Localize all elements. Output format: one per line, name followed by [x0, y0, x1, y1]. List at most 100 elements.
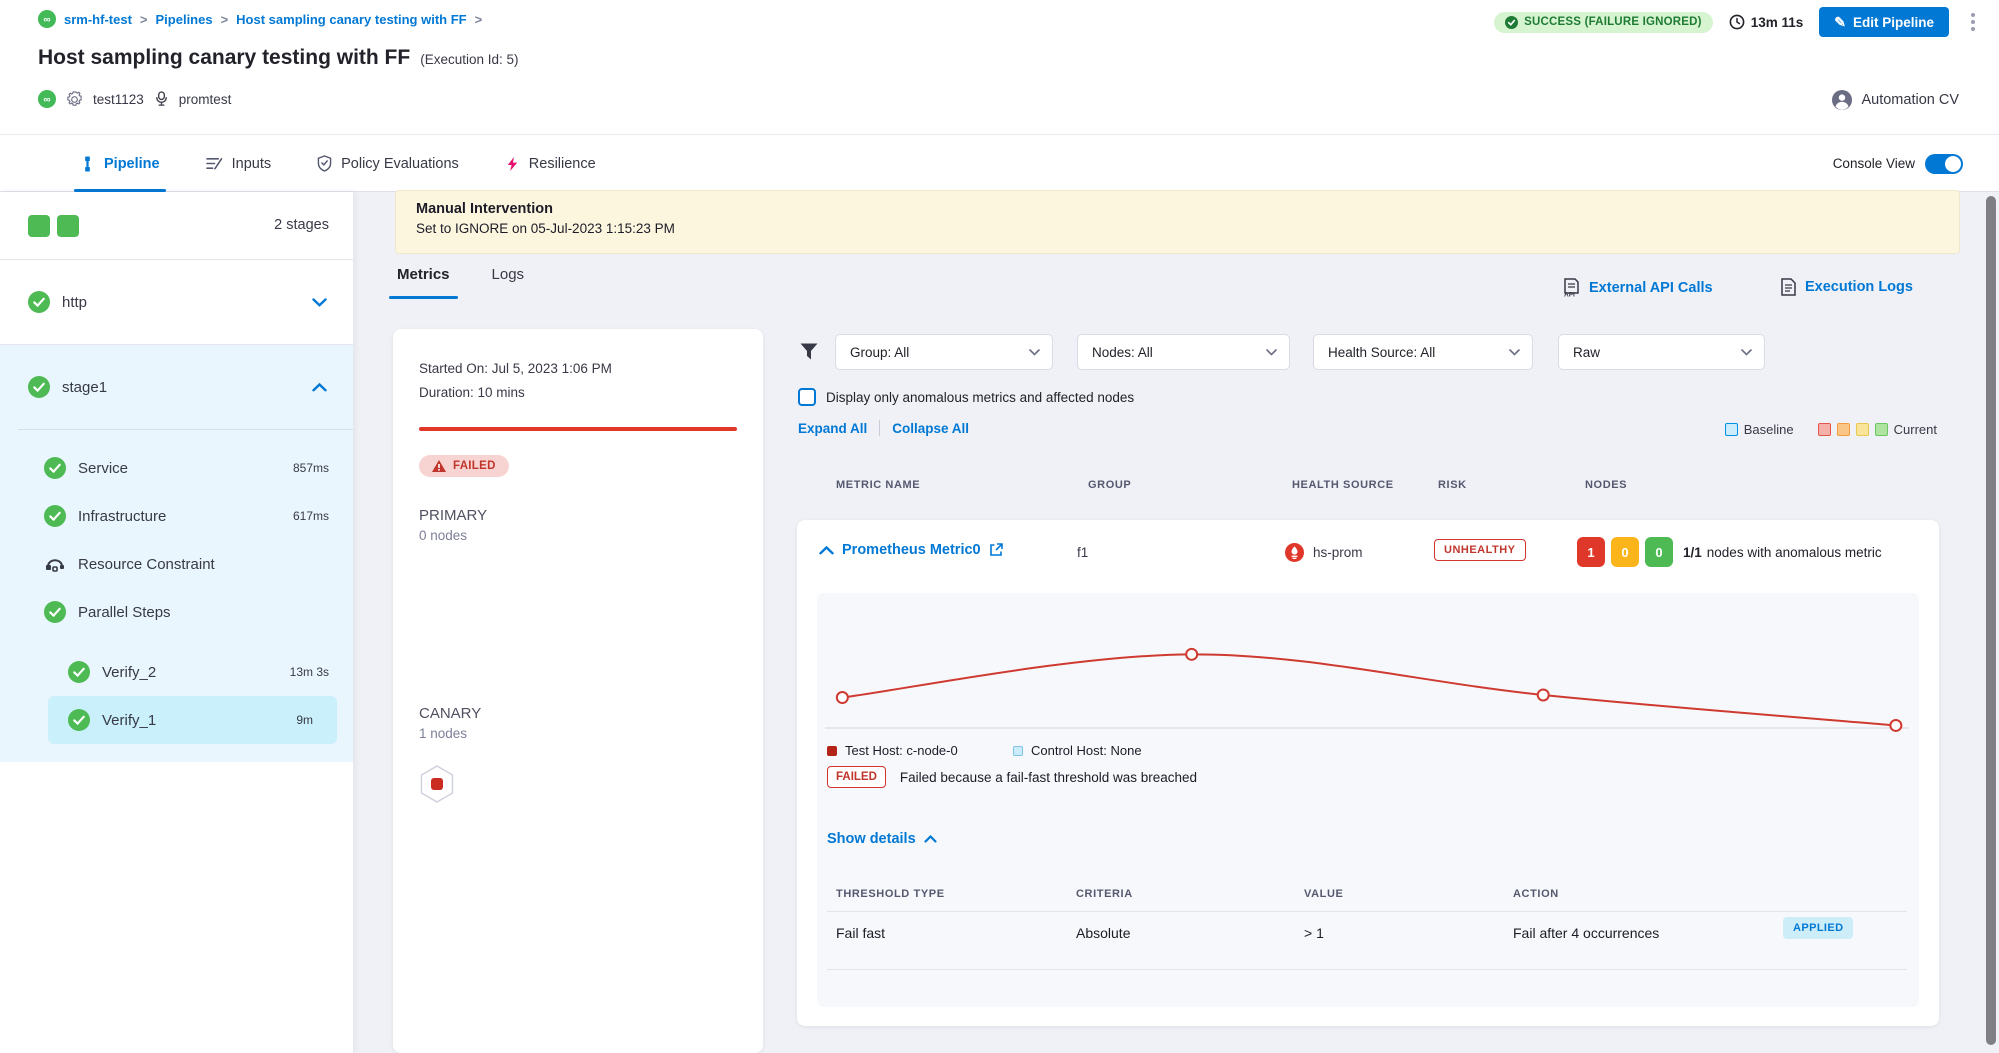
tab-metrics[interactable]: Metrics [397, 266, 450, 299]
step-row-service[interactable]: Service 857ms [0, 444, 353, 492]
step-duration: 617ms [293, 509, 329, 523]
expand-all-link[interactable]: Expand All [798, 421, 867, 436]
filter-icon[interactable] [800, 343, 818, 360]
metric-card: Prometheus Metric0 f1 hs-prom UNHEALTHY … [797, 520, 1939, 1026]
tab-resilience[interactable]: Resilience [505, 135, 596, 192]
resource-constraint-icon [44, 554, 66, 574]
success-check-icon [44, 601, 66, 623]
canary-node-hexagon[interactable] [419, 765, 455, 803]
breadcrumb-pipeline-name[interactable]: Host sampling canary testing with FF [236, 12, 466, 27]
svg-text:∞: ∞ [43, 15, 50, 26]
col-group: GROUP [1088, 479, 1131, 491]
pipeline-icon [80, 156, 95, 172]
edit-pipeline-button[interactable]: ✎ Edit Pipeline [1819, 7, 1949, 37]
group-filter-dropdown[interactable]: Group: All [835, 334, 1053, 370]
service-name[interactable]: test1123 [93, 92, 144, 107]
verification-status-label: FAILED [453, 460, 496, 472]
svg-text:∞: ∞ [43, 95, 50, 106]
stage-row-stage1[interactable]: stage1 [0, 345, 353, 429]
stage-label: stage1 [62, 379, 312, 396]
metric-name-label: Prometheus Metric0 [842, 542, 981, 558]
duration-line: Duration: 10 mins [419, 381, 737, 405]
execution-duration-label: 13m 11s [1751, 15, 1804, 30]
breadcrumb-pipelines[interactable]: Pipelines [156, 12, 213, 27]
avatar-icon [1832, 90, 1852, 110]
tab-pipeline[interactable]: Pipeline [80, 135, 160, 192]
verification-status-badge: FAILED [419, 455, 509, 477]
step-row-infrastructure[interactable]: Infrastructure 617ms [0, 492, 353, 540]
failed-badge: FAILED [827, 766, 886, 788]
step-duration: 13m 3s [290, 665, 329, 679]
health-source-filter-dropdown[interactable]: Health Source: All [1313, 334, 1533, 370]
triggered-by: Automation CV [1832, 90, 1959, 110]
metric-row[interactable]: Prometheus Metric0 f1 hs-prom UNHEALTHY … [797, 520, 1939, 586]
step-label: Parallel Steps [78, 604, 329, 621]
show-details-label: Show details [827, 831, 916, 847]
stage-square-icon [28, 215, 50, 237]
failure-message: Failed because a fail-fast threshold was… [900, 770, 1197, 785]
svg-text:API: API [1564, 292, 1575, 298]
test-host-label: Test Host: c-node-0 [845, 743, 958, 758]
stage-square-icon [57, 215, 79, 237]
warning-triangle-icon [432, 460, 446, 472]
started-on: Started On: Jul 5, 2023 1:06 PM [419, 357, 737, 381]
view-mode-dropdown[interactable]: Raw [1558, 334, 1765, 370]
external-api-calls-link[interactable]: API External API Calls [1563, 278, 1713, 297]
group-filter-value: Group: All [850, 345, 909, 360]
banner-title: Manual Intervention [416, 201, 1939, 217]
edit-pipeline-label: Edit Pipeline [1853, 15, 1934, 30]
step-row-parallel-steps[interactable]: Parallel Steps [0, 588, 353, 636]
step-row-verify1[interactable]: Verify_1 9m [48, 696, 337, 744]
tab-logs[interactable]: Logs [492, 266, 525, 299]
metric-detail-panel: Test Host: c-node-0 Control Host: None F… [817, 593, 1919, 1007]
breadcrumb-separator: > [140, 12, 148, 27]
manual-intervention-banner: Manual Intervention Set to IGNORE on 05-… [395, 190, 1960, 254]
show-details-toggle[interactable]: Show details [827, 831, 937, 847]
breadcrumb-separator: > [221, 12, 229, 27]
status-badge: SUCCESS (FAILURE IGNORED) [1494, 12, 1713, 33]
breadcrumb-project[interactable]: srm-hf-test [64, 12, 132, 27]
step-row-resource-constraint[interactable]: Resource Constraint [0, 540, 353, 588]
failure-reason-row: FAILED Failed because a fail-fast thresh… [827, 766, 1197, 788]
external-link-icon[interactable] [989, 543, 1003, 557]
step-row-verify2[interactable]: Verify_2 13m 3s [0, 648, 353, 696]
anomalous-filter-checkbox[interactable] [798, 388, 816, 406]
applied-badge: APPLIED [1783, 917, 1853, 939]
canary-label: CANARY [419, 705, 737, 722]
tab-inputs[interactable]: Inputs [206, 135, 272, 192]
tab-policy-evaluations[interactable]: Policy Evaluations [317, 135, 459, 192]
metric-name-link[interactable]: Prometheus Metric0 [842, 542, 1003, 558]
success-check-icon [44, 505, 66, 527]
test-host-swatch-icon [827, 746, 837, 756]
execution-logs-link[interactable]: Execution Logs [1781, 278, 1913, 296]
nodes-filter-value: Nodes: All [1092, 345, 1153, 360]
tab-inputs-label: Inputs [232, 156, 272, 172]
environment-name[interactable]: promtest [179, 92, 232, 107]
chevron-down-icon[interactable] [312, 298, 327, 307]
threshold-type-value: Fail fast [836, 925, 885, 941]
collapse-all-link[interactable]: Collapse All [892, 421, 969, 436]
vertical-scrollbar[interactable] [1986, 196, 1996, 1045]
step-label: Infrastructure [78, 508, 293, 525]
primary-nodes-count: 0 nodes [419, 528, 737, 543]
node-count-orange-badge: 0 [1611, 537, 1639, 567]
more-options-menu[interactable] [1965, 7, 1981, 37]
collapse-metric-chevron-icon[interactable] [819, 546, 834, 555]
stage-row-http[interactable]: http [0, 260, 353, 345]
chevron-up-icon[interactable] [312, 383, 327, 392]
chevron-down-icon [1029, 349, 1040, 356]
control-host-legend: Control Host: None [1013, 743, 1142, 758]
check-circle-icon [1505, 16, 1518, 29]
control-host-swatch-icon [1013, 746, 1023, 756]
current-green-swatch-icon [1875, 423, 1888, 436]
canary-nodes-count: 1 nodes [419, 726, 737, 741]
anomalous-filter-checkbox-row[interactable]: Display only anomalous metrics and affec… [798, 388, 1134, 406]
execution-id: (Execution Id: 5) [420, 52, 518, 67]
view-mode-value: Raw [1573, 345, 1600, 360]
console-view-toggle[interactable] [1925, 154, 1963, 174]
nodes-summary: 1/1nodes with anomalous metric [1683, 545, 1882, 560]
value-value: > 1 [1304, 925, 1324, 941]
metric-chart[interactable] [817, 601, 1919, 751]
nodes-filter-dropdown[interactable]: Nodes: All [1077, 334, 1290, 370]
success-check-icon [44, 457, 66, 479]
